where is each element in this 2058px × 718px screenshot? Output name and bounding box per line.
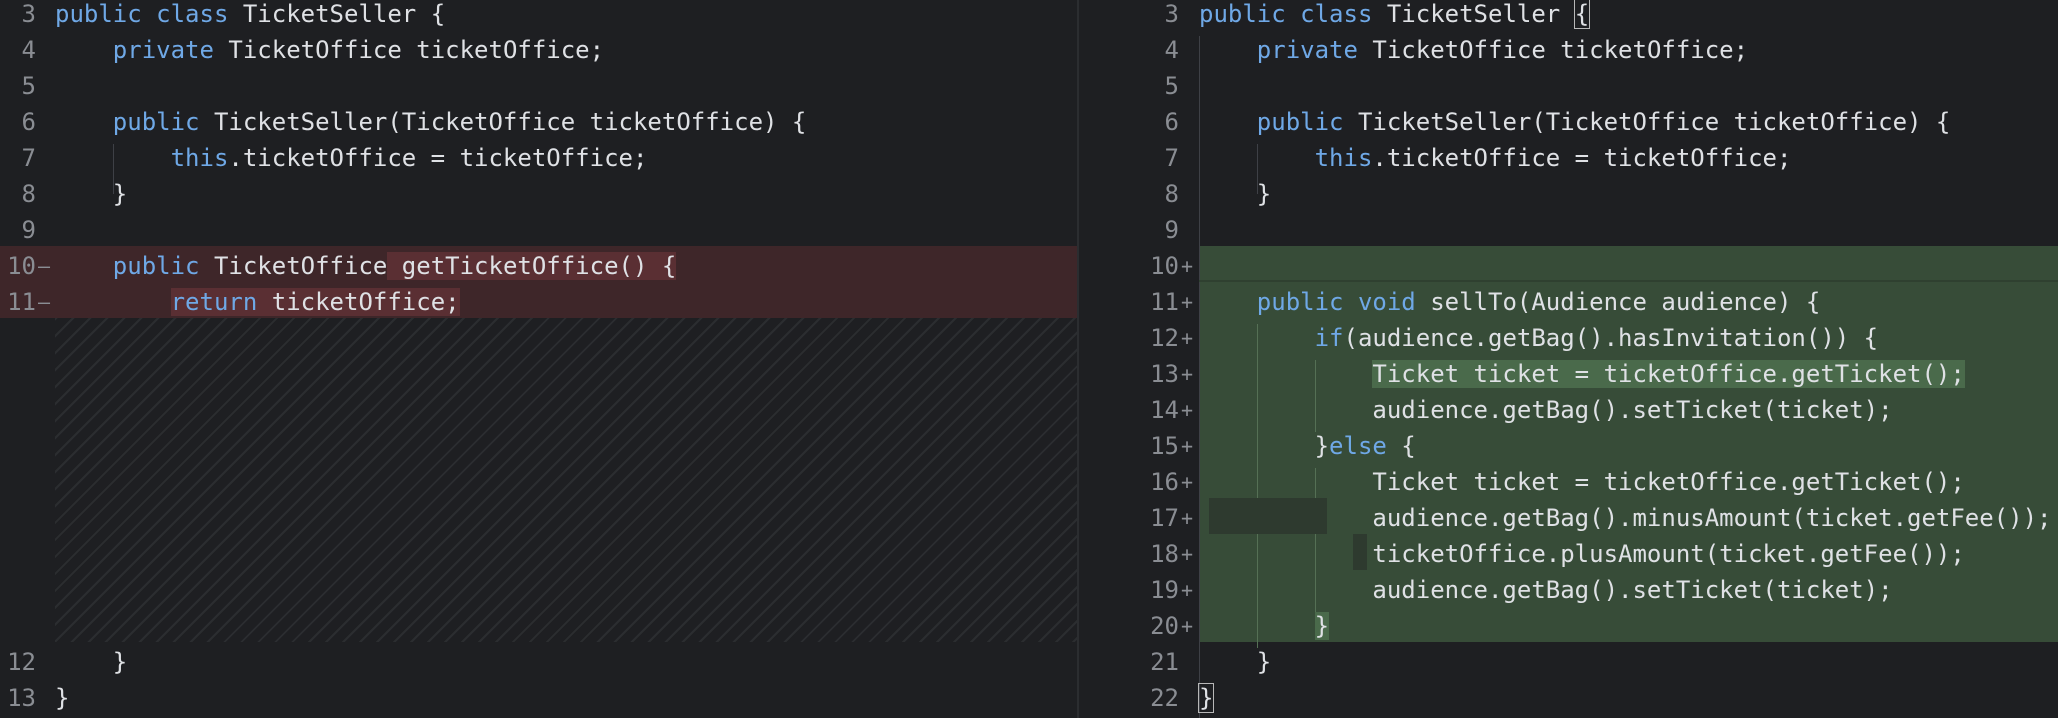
line-number: 18 — [1150, 540, 1179, 568]
code-line: } — [1197, 683, 2058, 718]
right-gutter: 3 4 5 6 7 8 9 10 + 11 + 12 + 13 + 14 + 15 + 16… — [1079, 0, 1199, 718]
deleted-code-line: public TicketOffice getTicketOffice() { — [112, 252, 677, 280]
added-code-line: audience.getBag().minusAmount(ticket.get… — [1372, 504, 2052, 532]
added-marker: + — [1181, 362, 1194, 386]
line-number: 6 — [21, 108, 36, 136]
line-number: 9 — [21, 216, 36, 244]
line-number: 9 — [1164, 216, 1179, 244]
line-number: 19 — [1150, 576, 1179, 604]
code-line: } — [1256, 180, 1272, 208]
code-line: this.ticketOffice = ticketOffice; — [1314, 144, 1792, 172]
added-marker: + — [1181, 506, 1194, 530]
line-number: 15 — [1150, 432, 1179, 460]
added-marker: + — [1181, 254, 1194, 278]
added-marker: + — [1181, 290, 1194, 314]
deleted-code-line: return ticketOffice; — [170, 288, 460, 316]
matched-brace: } — [1197, 683, 1215, 713]
line-number: 10 — [1150, 252, 1179, 280]
added-marker: + — [1181, 434, 1194, 458]
added-code-line: Ticket ticket = ticketOffice.getTicket()… — [1372, 468, 1965, 496]
line-number: 4 — [1164, 36, 1179, 64]
right-diff-pane[interactable]: 3 4 5 6 7 8 9 10 + 11 + 12 + 13 + 14 + 15 + 16… — [1078, 0, 2058, 718]
line-number: 11 — [7, 288, 36, 316]
added-code-line: audience.getBag().setTicket(ticket); — [1372, 396, 1893, 424]
added-code-line: } — [1314, 612, 1330, 640]
added-separator — [1199, 280, 2058, 282]
code-line: this.ticketOffice = ticketOffice; — [170, 144, 648, 172]
deleted-marker: — — [38, 290, 51, 314]
line-number: 8 — [1164, 180, 1179, 208]
code-line: public TicketSeller(TicketOffice ticketO… — [1256, 108, 1951, 136]
line-number: 11 — [1150, 288, 1179, 316]
line-number: 7 — [21, 144, 36, 172]
added-marker: + — [1181, 542, 1194, 566]
added-marker: + — [1181, 470, 1194, 494]
line-number: 8 — [21, 180, 36, 208]
pane-divider[interactable] — [1077, 0, 1078, 718]
line-number: 7 — [1164, 144, 1179, 172]
added-code-line: if(audience.getBag().hasInvitation()) { — [1314, 324, 1879, 352]
line-number: 16 — [1150, 468, 1179, 496]
left-code[interactable]: public class TicketSeller { private Tick… — [55, 0, 1078, 718]
deleted-marker: — — [38, 254, 51, 278]
added-marker: + — [1181, 614, 1194, 638]
line-number: 13 — [7, 684, 36, 712]
line-number: 3 — [21, 0, 36, 28]
added-marker: + — [1181, 578, 1194, 602]
line-number: 20 — [1150, 612, 1179, 640]
code-line: private TicketOffice ticketOffice; — [1256, 36, 1749, 64]
added-marker: + — [1181, 398, 1194, 422]
added-code-line: public void sellTo(Audience audience) { — [1256, 288, 1821, 316]
code-line: public class TicketSeller { — [55, 0, 446, 28]
code-line: public TicketSeller(TicketOffice ticketO… — [112, 108, 807, 136]
added-code-line: audience.getBag().setTicket(ticket); — [1372, 576, 1893, 604]
code-line: public class TicketSeller { — [1199, 0, 1591, 29]
code-line: } — [112, 648, 128, 676]
line-number: 17 — [1150, 504, 1179, 532]
right-code[interactable]: public class TicketSeller { private Tick… — [1197, 0, 2058, 718]
added-marker: + — [1181, 326, 1194, 350]
code-line: } — [112, 180, 128, 208]
line-number: 12 — [1150, 324, 1179, 352]
code-line: } — [1256, 648, 1272, 676]
code-line: private TicketOffice ticketOffice; — [112, 36, 605, 64]
line-number: 14 — [1150, 396, 1179, 424]
line-number: 13 — [1150, 360, 1179, 388]
line-number: 4 — [21, 36, 36, 64]
line-number: 5 — [21, 72, 36, 100]
left-gutter: 3 4 5 6 7 8 9 10— 11— 12 13 — [0, 0, 55, 718]
line-number: 21 — [1150, 648, 1179, 676]
added-code-line: }else { — [1314, 432, 1416, 460]
line-number: 5 — [1164, 72, 1179, 100]
line-number: 6 — [1164, 108, 1179, 136]
added-code-line: ticketOffice.plusAmount(ticket.getFee())… — [1372, 540, 1965, 568]
matched-brace: { — [1573, 0, 1591, 29]
line-number: 12 — [7, 648, 36, 676]
line-number: 10 — [7, 252, 36, 280]
left-diff-pane[interactable]: 3 4 5 6 7 8 9 10— 11— 12 13 public class… — [0, 0, 1078, 718]
line-number: 22 — [1150, 684, 1179, 712]
code-line: } — [55, 684, 70, 712]
added-code-line: Ticket ticket = ticketOffice.getTicket()… — [1372, 360, 1965, 388]
line-number: 3 — [1164, 0, 1179, 28]
